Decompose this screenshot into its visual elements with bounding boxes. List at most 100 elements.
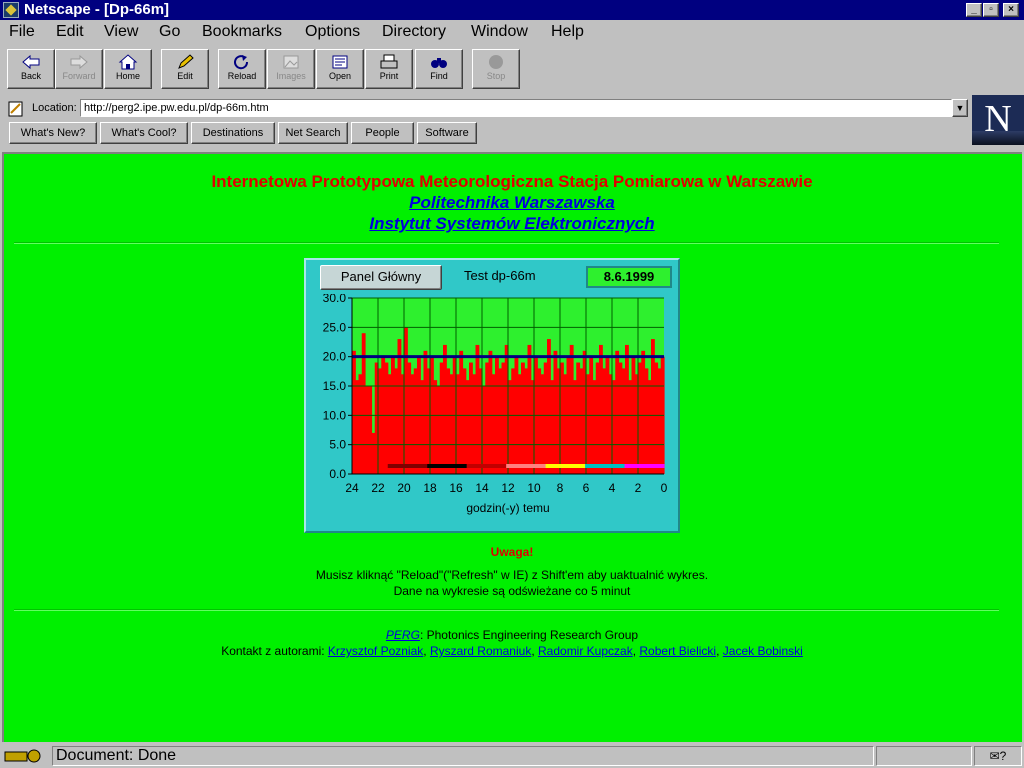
politechnika-link[interactable]: Politechnika Warszawska [409,193,615,212]
author-link-pozniak[interactable]: Krzysztof Pozniak [328,644,423,658]
page-content: Internetowa Prototypowa Meteorologiczna … [2,152,1022,742]
navigation-toolbar: Back Forward Home Edit Reload Images Ope… [0,45,1024,93]
open-button[interactable]: Open [316,49,364,89]
x-tick-label: 10 [527,481,541,495]
netscape-logo[interactable]: N [972,95,1024,145]
stop-button[interactable]: Stop [472,49,520,89]
whats-new-button[interactable]: What's New? [9,122,97,144]
mail-icon[interactable]: ✉? [974,746,1022,766]
author-link-bielicki[interactable]: Robert Bielicki [639,644,716,658]
color-strip-segment [466,464,507,468]
page-bookmark-icon[interactable] [7,100,25,118]
find-button[interactable]: Find [415,49,463,89]
menu-bar: File Edit View Go Bookmarks Options Dire… [0,20,1024,44]
perg-text: : Photonics Engineering Research Group [419,628,639,642]
menu-window[interactable]: Window [471,23,528,41]
status-bar: Document: Done ✉? [0,744,1024,768]
x-tick-label: 22 [371,481,385,495]
x-tick-label: 18 [423,481,437,495]
test-label: Test dp-66m [464,268,536,283]
x-tick-label: 16 [449,481,463,495]
author-link-romaniuk[interactable]: Ryszard Romaniuk [430,644,531,658]
menu-file[interactable]: File [9,23,35,41]
open-icon [332,55,348,69]
y-tick-label: 15.0 [323,379,347,393]
color-strip-segment [506,464,547,468]
location-dropdown-button[interactable]: ▼ [952,99,968,117]
maximize-button[interactable]: ▫ [983,3,999,17]
temperature-chart: 30.025.020.015.010.05.00.024 22 20 18 16 14 12… [323,294,668,515]
y-tick-label: 0.0 [329,467,346,481]
print-button[interactable]: Print [365,49,413,89]
x-tick-label: 24 [345,481,359,495]
whats-cool-button[interactable]: What's Cool? [100,122,188,144]
y-tick-label: 20.0 [323,350,347,364]
y-tick-label: 25.0 [323,320,347,334]
forward-button[interactable]: Forward [55,49,103,89]
page-heading: Internetowa Prototypowa Meteorologiczna … [211,172,813,191]
net-search-button[interactable]: Net Search [278,122,348,144]
netscape-app-icon[interactable] [3,2,19,18]
x-axis-label: godzin(-y) temu [466,501,549,515]
color-strip-segment [427,464,468,468]
images-icon [283,55,299,69]
menu-view[interactable]: View [104,23,138,41]
menu-go[interactable]: Go [159,23,180,41]
status-text: Document: Done [52,746,874,766]
back-arrow-icon [22,54,40,70]
binoculars-icon [431,58,447,68]
location-bar: Location: http://perg2.ipe.pw.edu.pl/dp-… [0,97,972,121]
color-strip-segment [545,464,586,468]
people-button[interactable]: People [351,122,414,144]
divider [14,242,999,244]
y-tick-label: 5.0 [329,438,346,452]
back-button[interactable]: Back [7,49,55,89]
edit-button[interactable]: Edit [161,49,209,89]
author-link-kupczak[interactable]: Radomir Kupczak [538,644,633,658]
close-button[interactable]: × [1003,3,1019,17]
menu-bookmarks[interactable]: Bookmarks [202,23,282,41]
security-key-icon[interactable] [4,748,44,764]
institute-link[interactable]: Instytut Systemów Elektronicznych [369,214,654,233]
minimize-button[interactable]: _ [966,3,982,17]
images-button[interactable]: Images [267,49,315,89]
reload-button[interactable]: Reload [218,49,266,89]
date-display: 8.6.1999 [586,266,672,288]
y-tick-label: 10.0 [323,408,347,422]
home-button[interactable]: Home [104,49,152,89]
perg-link[interactable]: PERG [386,628,420,642]
menu-options[interactable]: Options [305,23,360,41]
location-input[interactable]: http://perg2.ipe.pw.edu.pl/dp-66m.htm [80,99,952,117]
x-tick-label: 6 [583,481,590,495]
home-icon [118,54,138,70]
progress-panel [876,746,972,766]
x-tick-label: 2 [635,481,642,495]
x-tick-label: 8 [557,481,564,495]
title-bar: Netscape - [Dp-66m] _ ▫ × [0,0,1024,20]
x-tick-label: 14 [475,481,489,495]
location-label: Location: [32,102,77,114]
x-tick-label: 12 [501,481,515,495]
pencil-icon [178,54,194,69]
reload-icon [234,55,249,70]
color-strip-segment [624,464,665,468]
y-tick-label: 30.0 [323,294,347,305]
divider-2 [14,609,999,611]
x-tick-label: 4 [609,481,616,495]
menu-directory[interactable]: Directory [382,23,446,41]
directory-buttons-bar: What's New? What's Cool? Destinations Ne… [0,121,972,145]
software-button[interactable]: Software [417,122,477,144]
weather-chart-applet: Panel Główny Test dp-66m 8.6.1999 30.0 25… [304,258,680,533]
warning-line-2: Dane na wykresie są odświeżane co 5 minu… [393,584,631,598]
contact-label: Kontakt z autorami: [221,644,328,658]
destinations-button[interactable]: Destinations [191,122,275,144]
forward-arrow-icon [70,54,88,70]
main-panel-button[interactable]: Panel Główny [320,265,442,290]
menu-help[interactable]: Help [551,23,584,41]
color-strip-segment [387,464,428,468]
menu-edit[interactable]: Edit [56,23,84,41]
stop-icon [489,55,503,69]
x-tick-label: 20 [397,481,411,495]
author-link-bobinski[interactable]: Jacek Bobinski [723,644,803,658]
window-title: Netscape - [Dp-66m] [24,1,170,18]
